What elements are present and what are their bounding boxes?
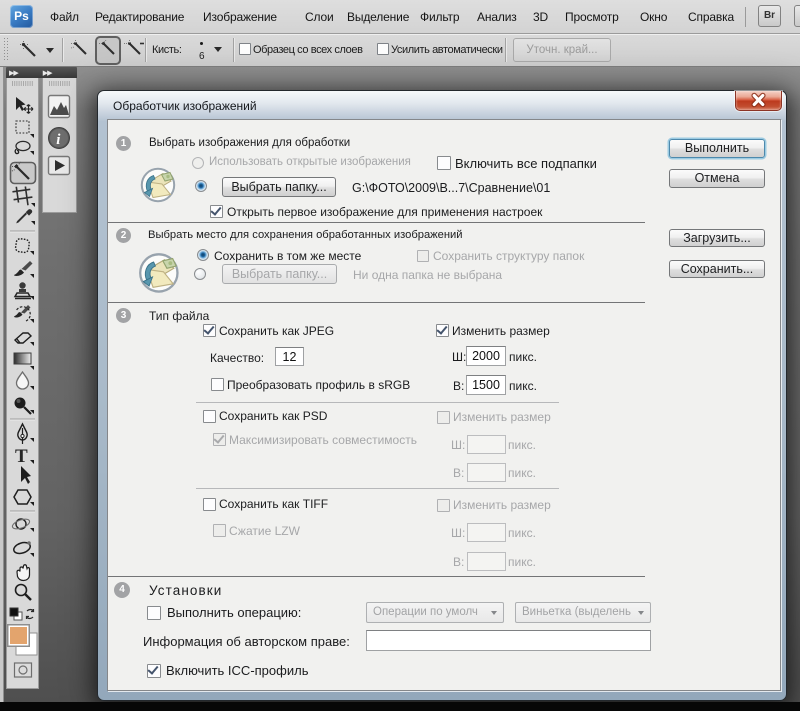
svg-text:T: T [15, 446, 28, 467]
